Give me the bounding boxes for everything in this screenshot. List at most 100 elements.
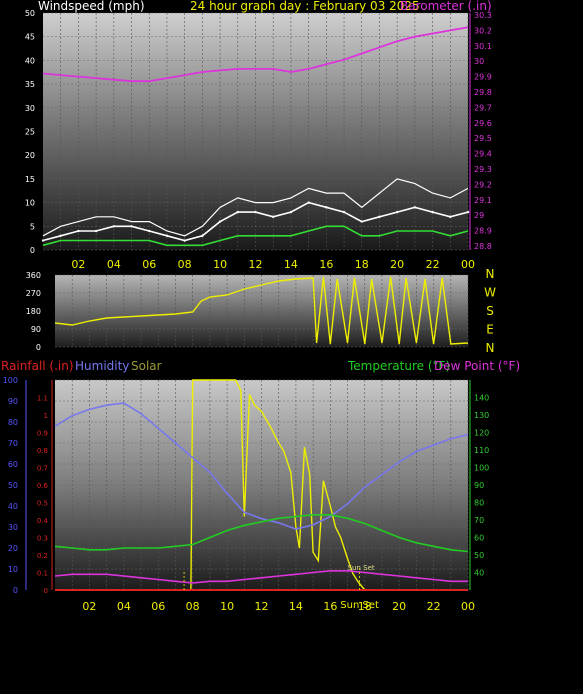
barometer-tick-label: 29.9 [474,73,492,82]
barometer-tick-label: 30.3 [474,11,492,20]
barometer-tick-label: 29.2 [474,180,492,189]
rain-tick-label: 1 [44,412,48,420]
rain-tick-label: 0 [44,587,48,595]
wind-tick-label: 50 [25,9,35,18]
rain-tick-label: 0.4 [37,517,49,525]
windspeed-point [77,229,80,233]
wind-tick-label: 30 [25,104,35,113]
rain-tick-label: 0.2 [37,552,48,560]
hour-label: 00 [461,258,475,271]
rain-tick-label: 1.1 [37,395,48,403]
windspeed-point [466,210,470,214]
weather-graph: Windspeed (mph) 24 hour graph day : Febr… [0,0,583,694]
direction-tick-label: 360 [26,271,41,280]
windspeed-point [41,239,45,242]
barometer-tick-label: 30 [474,57,484,66]
barometer-tick-label: 29.4 [474,150,492,159]
windspeed-point [431,210,434,214]
hour-label: 20 [392,600,406,613]
temperature-tick-label: 140 [474,394,489,403]
temperature-tick-label: 40 [474,569,484,578]
temperature-tick-label: 110 [474,446,489,455]
wind-tick-label: 35 [25,80,35,89]
barometer-tick-label: 29 [474,211,484,220]
humidity-tick-label: 80 [8,418,18,427]
temperature-tick-label: 100 [474,464,489,473]
humidity-tick-label: 100 [3,376,18,385]
hour-label: 12 [255,600,269,613]
rain-tick-label: 0.1 [37,570,48,578]
windspeed-point [378,215,381,219]
barometer-tick-label: 28.9 [474,227,492,236]
hour-label: 22 [427,600,441,613]
rain-tick-label: 0.8 [37,447,48,455]
windspeed-point [254,210,257,214]
hour-label: 04 [117,600,131,613]
windspeed-point [342,210,346,214]
windspeed-point [395,210,399,214]
direction-letter: N [486,267,495,281]
rain-tick-label: 0.5 [37,500,48,508]
barometer-tick-label: 30.1 [474,42,492,51]
chart-canvas: 05101520253035404550 30.330.230.13029.929… [3,9,496,613]
direction-tick-label: 180 [26,307,41,316]
sunset-annotation: Sun Set [348,564,375,572]
direction-tick-label: 0 [36,343,41,352]
humidity-tick-label: 0 [13,586,18,595]
wind-tick-label: 40 [25,56,35,65]
temperature-tick-label: 60 [474,534,484,543]
rain-tick-label: 0.9 [37,430,48,438]
hour-label: 12 [249,258,263,271]
windspeed-point [307,201,310,204]
humidity-tick-label: 60 [8,460,18,469]
direction-letter: W [484,286,496,300]
windspeed-point [449,215,452,219]
barometer-tick-label: 29.3 [474,165,492,174]
humidity-tick-label: 20 [8,544,18,553]
barometer-tick-label: 29.7 [474,103,492,112]
hour-label: 06 [151,600,165,613]
hour-label: 00 [461,600,475,613]
barometer-tick-label: 29.6 [474,119,492,128]
direction-letter: N [486,341,495,355]
hour-label: 22 [426,258,440,271]
hour-label: 04 [107,258,121,271]
humidity-tick-label: 10 [8,565,18,574]
windspeed-point [218,220,222,223]
barometer-tick-label: 28.8 [474,242,492,251]
barometer-tick-label: 29.8 [474,88,492,97]
windspeed-point [289,210,293,214]
humidity-tick-label: 40 [8,502,18,511]
wind-tick-label: 45 [25,33,35,42]
barometer-tick-label: 29.1 [474,196,492,205]
temperature-tick-label: 80 [474,499,484,508]
windspeed-point [94,229,98,233]
rain-tick-label: 0.6 [37,482,49,490]
windspeed-point [272,215,275,219]
windspeed-point [183,239,186,242]
windspeed-point [201,234,204,237]
wind-tick-label: 25 [25,128,35,137]
wind-tick-label: 0 [30,246,35,255]
windspeed-point [130,225,133,228]
wind-tick-label: 20 [25,151,35,160]
wind-tick-label: 5 [30,222,35,231]
hour-label: 18 [355,258,369,271]
hour-label: 10 [220,600,234,613]
hour-label: 16 [319,258,333,271]
hour-label: 14 [284,258,298,271]
temperature-tick-label: 130 [474,411,489,420]
direction-tick-label: 90 [31,325,41,334]
direction-letter: S [486,304,494,318]
direction-letter: E [486,323,494,337]
rain-tick-label: 0.7 [37,465,48,473]
hour-label: 06 [142,258,156,271]
windspeed-point [112,225,116,228]
sunset-bottom-label: Sun Set [340,600,379,611]
windspeed-point [236,210,239,214]
hour-label: 02 [82,600,96,613]
windspeed-point [325,206,328,209]
hour-label: 08 [178,258,192,271]
wind-tick-label: 15 [25,175,35,184]
hour-label: 16 [323,600,337,613]
